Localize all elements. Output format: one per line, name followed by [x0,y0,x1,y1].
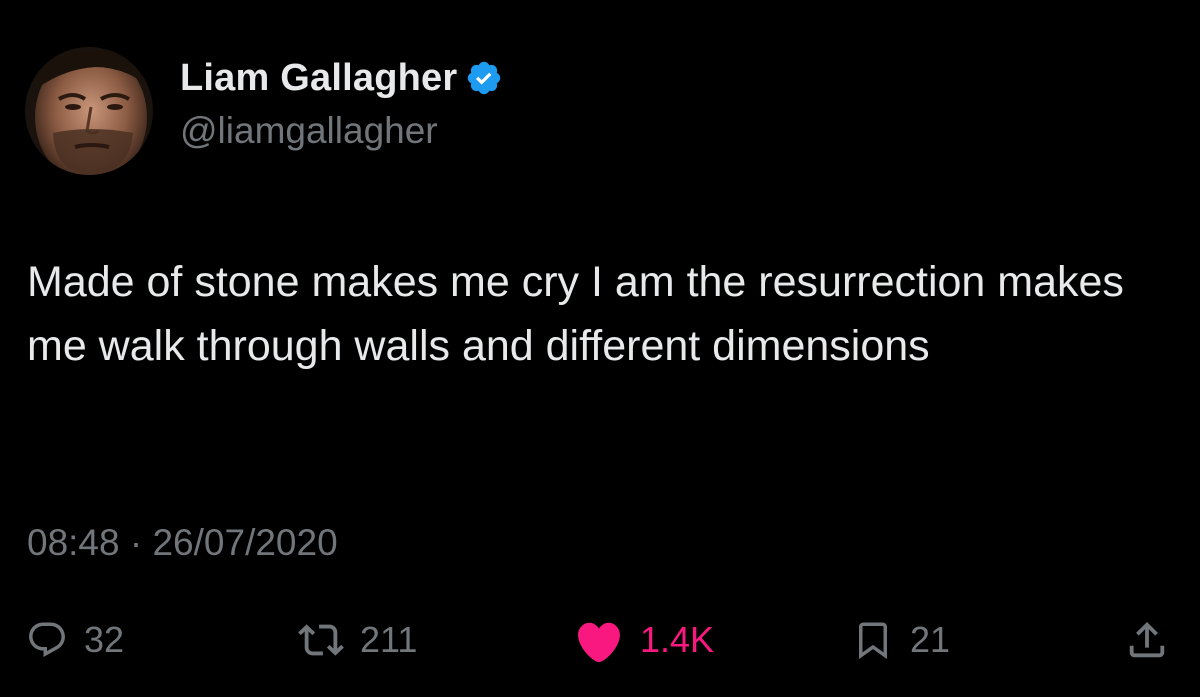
reply-button[interactable]: 32 [26,610,124,670]
retweet-button[interactable]: 211 [298,610,417,670]
tweet: Liam Gallagher @liamgallagher Made of st… [0,0,1200,697]
retweet-icon [298,624,344,656]
retweet-count: 211 [360,619,418,660]
avatar-image [25,47,153,175]
share-button[interactable] [1124,610,1170,670]
reply-count: 32 [84,619,125,660]
author-row: Liam Gallagher [180,56,503,100]
author-handle[interactable]: @liamgallagher [180,110,438,152]
like-count: 1.4K [640,619,715,660]
verified-badge-icon [468,61,501,95]
like-button[interactable]: 1.4K [574,610,714,670]
reply-icon [29,622,65,657]
bookmark-count: 21 [910,619,951,660]
tweet-text: Made of stone makes me cry I am the resu… [27,258,1124,370]
tweet-date: 26/07/2020 [152,522,338,563]
meta-separator: · [129,522,143,563]
avatar[interactable] [25,47,153,175]
share-icon [1129,621,1165,658]
bookmark-icon [859,622,887,660]
author-display-name[interactable]: Liam Gallagher [180,57,457,100]
bookmark-button[interactable]: 21 [852,610,950,670]
tweet-timestamp[interactable]: 08:48 · 26/07/2020 [27,522,338,564]
heart-icon [578,622,620,663]
tweet-time: 08:48 [27,522,120,563]
action-bar: 32 211 1.4K 21 [0,610,1200,670]
